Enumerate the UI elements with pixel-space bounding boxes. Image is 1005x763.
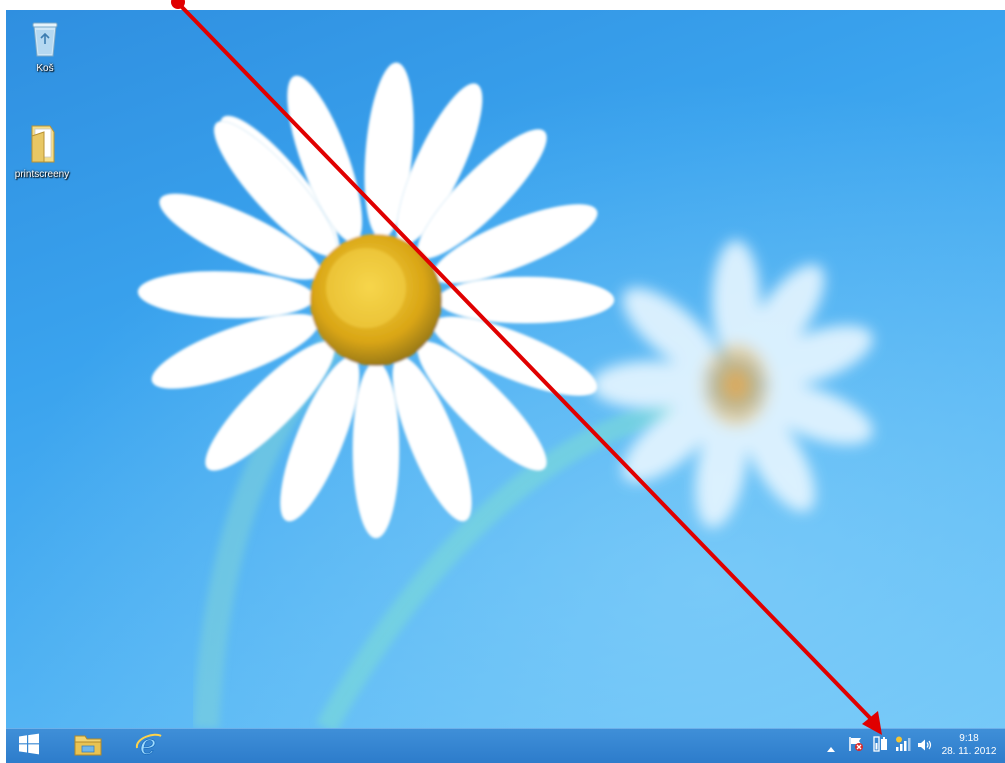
windows-logo-icon: [18, 733, 40, 759]
taskbar: e 9:18 28. 11. 2012: [6, 728, 1005, 763]
arrow-start-dot: [171, 0, 185, 9]
desktop-icon-label: printscreeny: [14, 169, 70, 180]
chevron-up-icon: [827, 737, 835, 756]
power-battery-icon: [873, 735, 889, 757]
clock-time: 9:18: [959, 733, 979, 744]
clock-date: 28. 11. 2012: [941, 746, 997, 757]
network-button[interactable]: [895, 736, 913, 756]
power-button[interactable]: [872, 735, 890, 757]
recycle-bin-icon: [30, 22, 60, 62]
internet-explorer-taskbar-button[interactable]: e: [128, 728, 168, 762]
desktop[interactable]: Koš printscreeny: [6, 10, 1005, 728]
file-explorer-taskbar-button[interactable]: [68, 732, 108, 760]
volume-icon: [917, 737, 933, 756]
volume-button[interactable]: [917, 738, 933, 754]
clock[interactable]: 9:18 28. 11. 2012: [935, 732, 1003, 758]
desktop-icon-label: Koš: [36, 63, 54, 74]
desktop-icon-recycle-bin[interactable]: Koš: [10, 18, 80, 74]
file-explorer-icon: [73, 731, 103, 761]
desktop-icon-printscreeny[interactable]: printscreeny: [7, 122, 77, 180]
action-center-flag-icon: [848, 736, 864, 756]
ie-icon: e: [133, 728, 163, 762]
start-button[interactable]: [12, 732, 46, 760]
action-center-button[interactable]: [847, 736, 865, 756]
wallpaper-daisy: [6, 10, 1005, 728]
network-signal-icon: [895, 736, 913, 756]
folder-icon: [24, 125, 60, 168]
show-hidden-icons-button[interactable]: [825, 738, 837, 754]
